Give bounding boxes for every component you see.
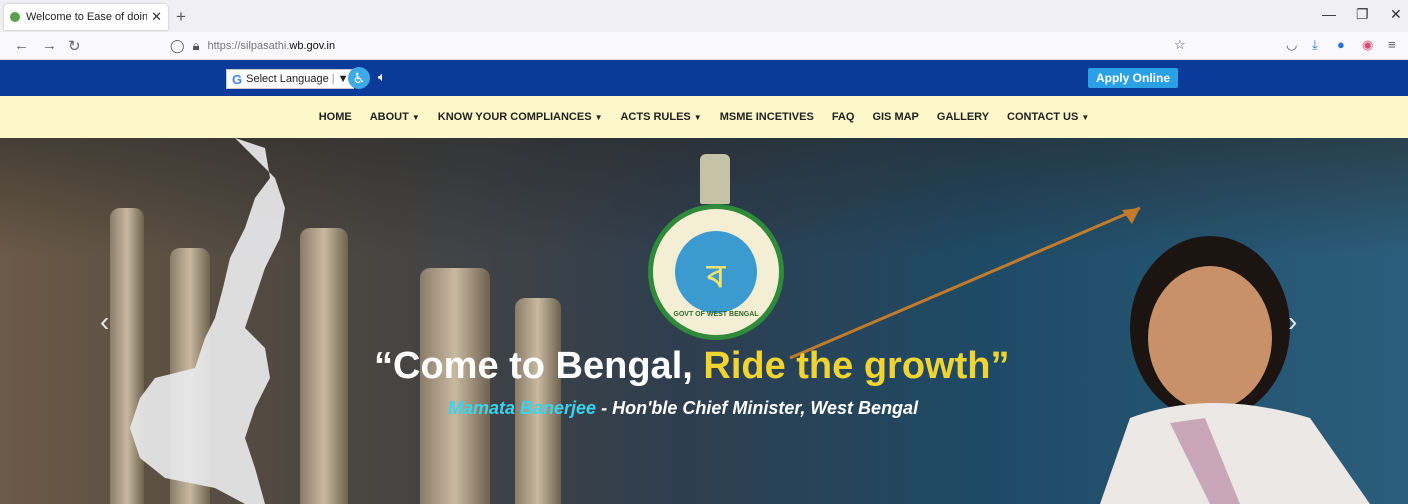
nav-item-gallery[interactable]: GALLERY bbox=[937, 111, 989, 123]
nav-item-label: MSME INCETIVES bbox=[719, 111, 814, 123]
nav-item-faq[interactable]: FAQ bbox=[832, 111, 855, 123]
menu-icon[interactable]: ≡ bbox=[1388, 37, 1396, 52]
seal-inner: ব bbox=[675, 231, 757, 313]
shield-icon: ◯ bbox=[170, 38, 185, 53]
hero-headline: “Come to Bengal, Ride the growth” bbox=[374, 345, 1009, 388]
download-icon[interactable]: ⤓ bbox=[1312, 37, 1318, 53]
language-select-label: Select Language bbox=[246, 73, 329, 85]
chevron-down-icon: ▼ bbox=[337, 73, 349, 85]
google-icon: G bbox=[232, 71, 243, 87]
nav-item-label: ABOUT bbox=[369, 111, 409, 123]
nav-item-label: KNOW YOUR COMPLIANCES bbox=[437, 111, 592, 123]
main-nav: HOME ABOUT ▼ KNOW YOUR COMPLIANCES ▼ ACTS RUL… bbox=[0, 96, 1408, 138]
hero-subtitle: Mamata Banerjee - Hon'ble Chief Minister… bbox=[448, 398, 918, 419]
address-bar[interactable]: ◯ 🔒︎ https://silpasathi. wb.gov.in bbox=[170, 35, 1200, 57]
caret-down-icon: ▼ bbox=[411, 113, 420, 122]
close-tab-icon[interactable]: ✕ bbox=[151, 9, 162, 25]
industrial-tower bbox=[300, 228, 348, 504]
headline-accent: Ride the growth bbox=[703, 345, 991, 387]
nav-item-acts-rules[interactable]: ACTS RULES ▼ bbox=[620, 111, 701, 123]
caret-down-icon: ▼ bbox=[693, 113, 702, 122]
nav-item-msme-incetives[interactable]: MSME INCETIVES bbox=[720, 111, 814, 123]
nav-item-label: ACTS RULES bbox=[620, 111, 691, 123]
site-top-bar: G Select Language | ▼ ♿︎ 🔈︎ Apply Online bbox=[0, 60, 1408, 96]
nav-item-label: HOME bbox=[318, 111, 352, 123]
tab-title: Welcome to Ease of doing busin bbox=[26, 11, 148, 23]
hero-banner: ব GOVT OF WEST BENGAL “Come to Bengal, R… bbox=[0, 138, 1408, 504]
national-emblem-icon bbox=[700, 154, 730, 204]
speaker-icon[interactable]: 🔈︎ bbox=[378, 69, 386, 85]
nav-item-about[interactable]: ABOUT ▼ bbox=[370, 111, 420, 123]
browser-tab[interactable]: Welcome to Ease of doing busin ✕ bbox=[4, 4, 168, 30]
restore-icon[interactable]: ❐ bbox=[1356, 6, 1369, 23]
browser-nav-bar: ← → ↻ ◯ 🔒︎ https://silpasathi. wb.gov.in … bbox=[0, 32, 1408, 60]
accessibility-icon[interactable]: ♿︎ bbox=[348, 67, 370, 89]
close-window-icon[interactable]: ✕ bbox=[1390, 6, 1402, 23]
reload-icon[interactable]: ↻ bbox=[68, 37, 81, 55]
carousel-next-icon[interactable]: › bbox=[1288, 306, 1297, 338]
nav-item-home[interactable]: HOME bbox=[319, 111, 352, 123]
nav-item-label: GIS MAP bbox=[872, 111, 919, 123]
apply-online-button[interactable]: Apply Online bbox=[1088, 68, 1178, 88]
minimize-icon[interactable]: — bbox=[1322, 6, 1336, 22]
language-select[interactable]: G Select Language | ▼ bbox=[226, 69, 355, 89]
subtitle-role: - Hon'ble Chief Minister, West Bengal bbox=[596, 398, 919, 418]
nav-item-contact-us[interactable]: CONTACT US ▼ bbox=[1007, 111, 1089, 123]
browser-tab-bar: Welcome to Ease of doing busin ✕ + — ❐ ✕ bbox=[0, 0, 1408, 32]
bookmark-star-icon[interactable]: ☆ bbox=[1174, 37, 1186, 53]
headline-close-quote: ” bbox=[990, 345, 1010, 387]
seal-mark: ব bbox=[707, 258, 725, 294]
new-tab-icon[interactable]: + bbox=[176, 7, 186, 27]
nav-item-gis-map[interactable]: GIS MAP bbox=[872, 111, 918, 123]
headline-open-quote: “ bbox=[374, 345, 393, 387]
subtitle-name: Mamata Banerjee bbox=[448, 398, 597, 418]
carousel-prev-icon[interactable]: ‹ bbox=[100, 306, 109, 338]
extension-icon[interactable]: ● bbox=[1337, 37, 1345, 52]
language-select-separator: | bbox=[331, 73, 335, 85]
url-prefix: https://silpasathi. bbox=[207, 40, 290, 52]
nav-item-know-your-compliances[interactable]: KNOW YOUR COMPLIANCES ▼ bbox=[438, 111, 603, 123]
caret-down-icon: ▼ bbox=[594, 113, 603, 122]
west-bengal-map bbox=[130, 138, 285, 504]
pocket-icon[interactable]: ◡ bbox=[1286, 37, 1297, 53]
nav-item-label: FAQ bbox=[831, 111, 855, 123]
caret-down-icon: ▼ bbox=[1081, 113, 1090, 122]
nav-item-label: GALLERY bbox=[936, 111, 990, 123]
lock-icon: 🔒︎ bbox=[192, 38, 200, 53]
headline-main: Come to Bengal, bbox=[393, 345, 704, 387]
url-host: wb.gov.in bbox=[289, 40, 336, 52]
back-icon[interactable]: ← bbox=[14, 37, 29, 54]
profile-icon[interactable]: ◉ bbox=[1362, 37, 1373, 53]
site-favicon-icon bbox=[10, 12, 20, 22]
forward-icon[interactable]: → bbox=[42, 37, 57, 54]
nav-item-label: CONTACT US bbox=[1007, 111, 1079, 123]
chief-minister-photo bbox=[1100, 236, 1370, 504]
